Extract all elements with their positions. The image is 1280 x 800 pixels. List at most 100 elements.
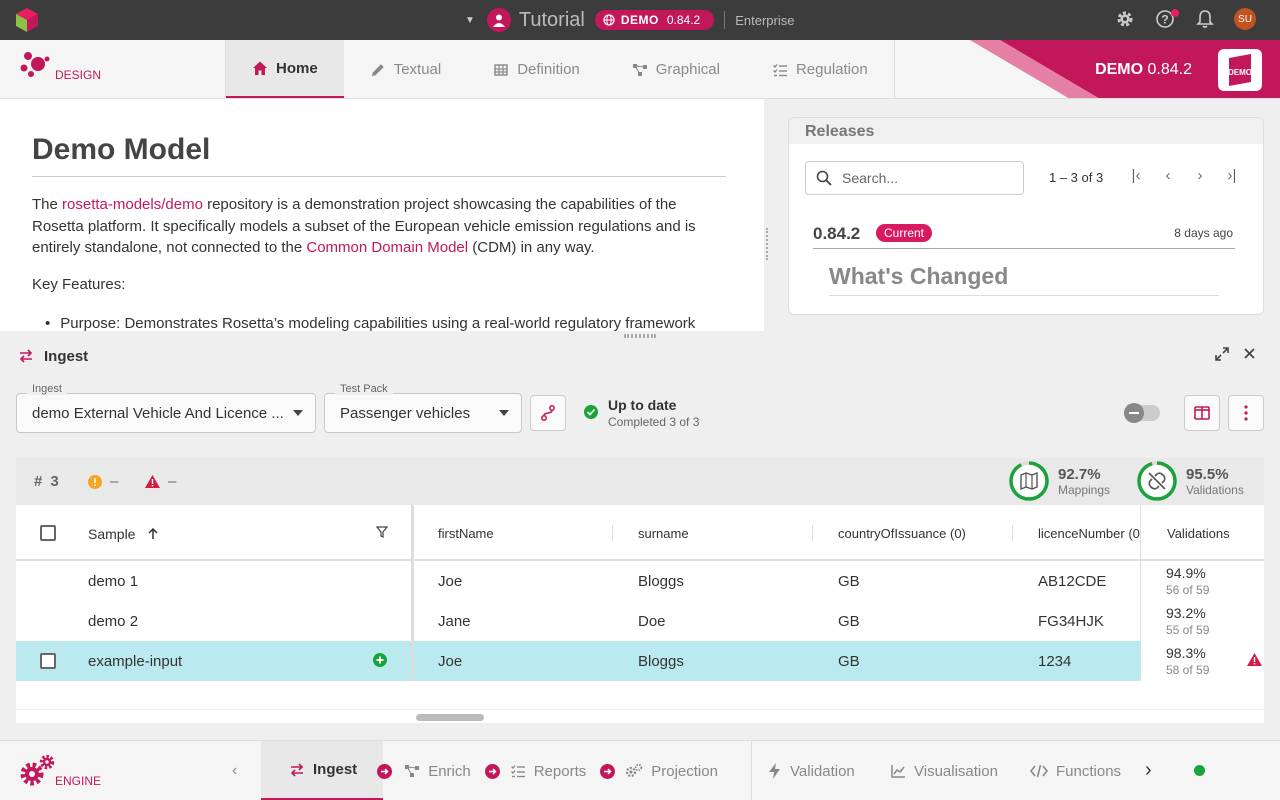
chevron-down-icon xyxy=(293,410,303,416)
select-all-checkbox[interactable] xyxy=(40,525,56,541)
ingest-select-value: demo External Vehicle And Licence ... xyxy=(32,405,284,422)
run-ingest-button[interactable] xyxy=(530,395,566,431)
divider xyxy=(813,248,1235,249)
header-surname[interactable]: surname xyxy=(638,526,689,541)
next-page-icon[interactable]: › xyxy=(1191,166,1209,184)
edition-label: Enterprise xyxy=(735,12,795,28)
tool-visualisation[interactable]: Visualisation xyxy=(890,741,998,800)
header-country[interactable]: countryOfIssuance (0) xyxy=(838,526,966,541)
tool-functions[interactable]: Functions xyxy=(1030,741,1121,800)
prev-page-icon[interactable]: ‹ xyxy=(1159,166,1177,184)
mappings-label: Mappings xyxy=(1058,482,1111,497)
releases-panel: Releases Search... 1 – 3 of 3 |‹ ‹ › ›| … xyxy=(770,99,1280,331)
validations-gauge[interactable]: 95.5% Validations xyxy=(1136,460,1244,502)
pipeline-arrow xyxy=(484,741,500,800)
column-divider[interactable] xyxy=(812,525,813,541)
scrollbar-thumb[interactable] xyxy=(416,714,484,721)
project-logo[interactable]: DEMO xyxy=(1218,49,1262,91)
tab-home[interactable]: Home xyxy=(226,40,344,98)
mappings-gauge[interactable]: 92.7% Mappings xyxy=(1008,460,1110,502)
tab-definition[interactable]: Definition xyxy=(467,40,606,98)
release-version[interactable]: 0.84.2 xyxy=(813,224,860,244)
engine-tabs: Ingest Enrich Reports Projection xyxy=(261,741,732,800)
molecule-icon xyxy=(20,52,50,77)
splitter-grip-icon[interactable] xyxy=(766,228,768,260)
releases-card: Releases Search... 1 – 3 of 3 |‹ ‹ › ›| … xyxy=(788,117,1264,315)
header-sample[interactable]: Sample xyxy=(88,526,159,542)
project-selector[interactable]: ▼ Tutorial DEMO 0.84.2 Enterprise xyxy=(465,6,794,34)
badge-version: 0.84.2 xyxy=(666,13,701,27)
version-badge[interactable]: DEMO 0.84.2 xyxy=(594,10,715,30)
ingest-select-label: Ingest xyxy=(27,383,67,395)
chevron-down-icon[interactable]: ▼ xyxy=(465,15,475,26)
tab-enrich[interactable]: Enrich xyxy=(392,741,485,800)
tab-textual[interactable]: Textual xyxy=(344,40,468,98)
user-avatar[interactable]: SU xyxy=(1234,8,1256,30)
notifications-icon[interactable] xyxy=(1194,8,1216,30)
header-licence[interactable]: licenceNumber (0 xyxy=(1038,526,1140,541)
filter-icon[interactable] xyxy=(376,526,388,538)
tab-reports[interactable]: Reports xyxy=(500,741,601,800)
warning-count[interactable]: – xyxy=(88,473,118,490)
column-divider[interactable] xyxy=(1012,525,1013,541)
ingest-select[interactable]: Ingest demo External Vehicle And Licence… xyxy=(16,383,316,433)
warning-circle-icon xyxy=(88,474,102,489)
cell-firstname: Joe xyxy=(438,653,463,670)
close-icon[interactable] xyxy=(1242,346,1258,365)
sample-count-value: 3 xyxy=(50,473,59,490)
pinned-validations-divider xyxy=(1140,505,1264,680)
divider xyxy=(32,176,726,177)
cell-country: GB xyxy=(838,613,860,630)
header-sample-label: Sample xyxy=(88,526,136,542)
pagination-controls: |‹ ‹ › ›| xyxy=(1127,166,1241,184)
more-options-button[interactable] xyxy=(1228,395,1264,431)
cell-sample: example-input xyxy=(88,653,183,670)
header-firstname[interactable]: firstName xyxy=(438,526,494,541)
banner-title: DEMO 0.84.2 xyxy=(1095,61,1192,79)
tab-regulation[interactable]: Regulation xyxy=(746,40,894,98)
splitter-grip-icon[interactable] xyxy=(624,334,656,338)
list-item: Purpose: Demonstrates Rosetta’s modeling… xyxy=(45,315,695,331)
horizontal-scrollbar[interactable] xyxy=(16,709,1264,723)
validations-percent: 95.5% xyxy=(1186,465,1229,483)
warning-count-value: – xyxy=(110,473,119,490)
chevron-right-icon[interactable]: › xyxy=(1145,759,1152,782)
row-checkbox[interactable] xyxy=(40,653,56,669)
column-divider[interactable] xyxy=(612,525,613,541)
last-page-icon[interactable]: ›| xyxy=(1223,166,1241,184)
test-pack-select[interactable]: Test Pack Passenger vehicles xyxy=(324,383,522,433)
sample-count: # 3 xyxy=(34,473,59,490)
mappings-percent: 92.7% xyxy=(1058,465,1101,483)
search-icon xyxy=(816,170,832,186)
layout-columns-button[interactable] xyxy=(1184,395,1220,431)
cell-country: GB xyxy=(838,653,860,670)
cdm-link[interactable]: Common Domain Model xyxy=(306,239,468,256)
expand-icon[interactable] xyxy=(1214,346,1230,365)
engine-label: ENGINE xyxy=(55,774,102,788)
error-count[interactable]: – xyxy=(145,473,176,490)
samples-table: Sample firstName surname countryOfIssuan… xyxy=(16,505,1264,722)
rosetta-logo-icon[interactable] xyxy=(16,8,38,32)
tool-validation[interactable]: Validation xyxy=(768,741,855,800)
table-row[interactable]: demo 2 Jane Doe GB FG34HJK 93.2% 55 of 5… xyxy=(16,601,1264,641)
tab-graphical[interactable]: Graphical xyxy=(606,40,746,98)
svg-text:?: ? xyxy=(1161,13,1168,27)
tab-projection[interactable]: Projection xyxy=(615,741,732,800)
check-circle-icon xyxy=(584,405,598,419)
table-row[interactable]: demo 1 Joe Bloggs GB AB12CDE 94.9% 56 of… xyxy=(16,561,1264,601)
cell-firstname: Joe xyxy=(438,573,463,590)
tab-ingest[interactable]: Ingest xyxy=(261,741,384,800)
help-icon[interactable]: ? xyxy=(1154,8,1179,30)
view-toggle[interactable] xyxy=(1124,403,1160,423)
cell-surname: Bloggs xyxy=(638,573,684,590)
table-row-selected[interactable]: example-input Joe Bloggs GB 1234 98.3% 5… xyxy=(16,641,1264,681)
tab-label: Definition xyxy=(517,61,580,78)
cell-sample: demo 1 xyxy=(88,573,139,590)
chevron-left-icon[interactable]: ‹ xyxy=(232,762,237,780)
arrow-right-icon xyxy=(484,763,500,779)
releases-search-input[interactable]: Search... xyxy=(805,161,1024,195)
settings-icon[interactable] xyxy=(1114,8,1136,30)
first-page-icon[interactable]: |‹ xyxy=(1127,166,1145,184)
sort-ascending-icon xyxy=(148,527,158,539)
repo-link[interactable]: rosetta-models/demo xyxy=(62,196,203,213)
